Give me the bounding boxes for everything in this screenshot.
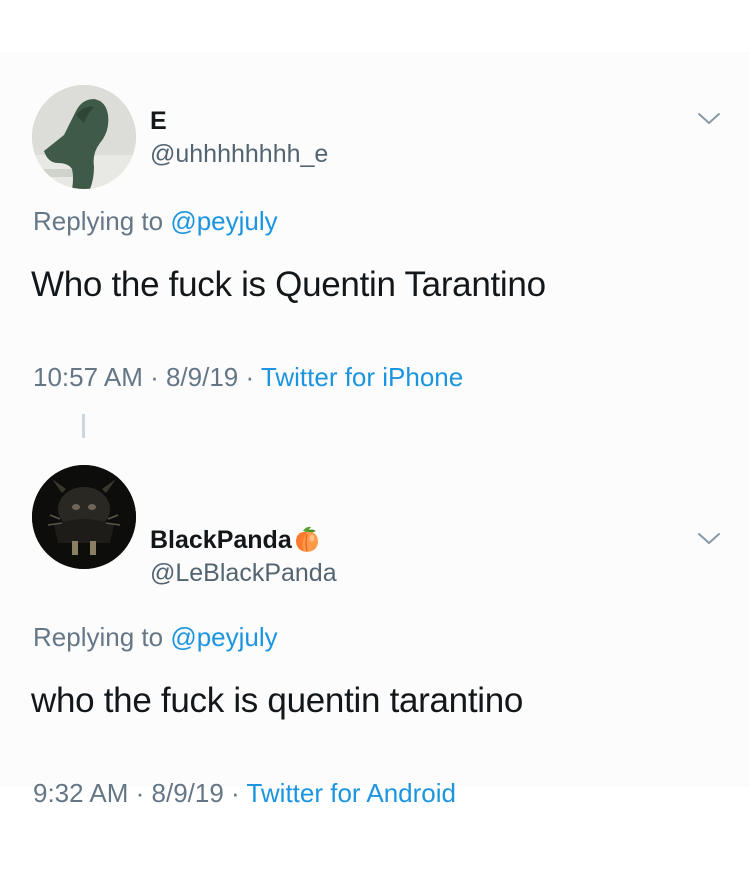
mention-link[interactable]: @peyjuly (170, 622, 277, 652)
tweet[interactable]: BlackPanda @LeBlackPanda Replying to @pe… (0, 432, 750, 808)
replying-to: Replying to @peyjuly (33, 206, 278, 237)
display-name[interactable]: BlackPanda (150, 525, 320, 555)
mention-link[interactable]: @peyjuly (170, 206, 277, 236)
tweet-text: Who the fuck is Quentin Tarantino (31, 265, 546, 304)
tweet-metadata: 9:32 AM · 8/9/19 · Twitter for Android (33, 778, 456, 809)
meta-separator: · (128, 778, 152, 808)
chevron-down-icon[interactable] (696, 530, 722, 548)
tweet-source-link[interactable]: Twitter for Android (246, 778, 456, 808)
replying-to-label: Replying to (33, 206, 164, 236)
tweet[interactable]: E @uhhhhhhhh_e Replying to @peyjuly Who … (0, 52, 750, 438)
chevron-down-icon[interactable] (696, 110, 722, 128)
meta-separator: · (142, 362, 166, 392)
tweet-date[interactable]: 8/9/19 (166, 362, 238, 392)
replying-to-label: Replying to (33, 622, 164, 652)
tweet-date[interactable]: 8/9/19 (152, 778, 224, 808)
avatar-image (32, 85, 136, 189)
meta-separator: · (238, 362, 261, 392)
username[interactable]: @LeBlackPanda (150, 559, 337, 588)
tweet-thread: E @uhhhhhhhh_e Replying to @peyjuly Who … (0, 52, 750, 808)
display-name[interactable]: E (150, 107, 167, 136)
tweet-time[interactable]: 9:32 AM (33, 778, 128, 808)
username[interactable]: @uhhhhhhhh_e (150, 140, 328, 169)
tweet-text: who the fuck is quentin tarantino (31, 681, 524, 720)
meta-separator: · (223, 778, 247, 808)
tweet-metadata: 10:57 AM · 8/9/19 · Twitter for iPhone (33, 362, 463, 393)
display-name-text: BlackPanda (150, 526, 292, 554)
tweet-time[interactable]: 10:57 AM (33, 362, 143, 392)
avatar-image (32, 465, 136, 569)
avatar[interactable] (32, 465, 136, 569)
avatar[interactable] (32, 85, 136, 189)
peach-emoji-icon (295, 526, 318, 552)
replying-to: Replying to @peyjuly (33, 622, 278, 653)
tweet-source-link[interactable]: Twitter for iPhone (261, 362, 463, 392)
